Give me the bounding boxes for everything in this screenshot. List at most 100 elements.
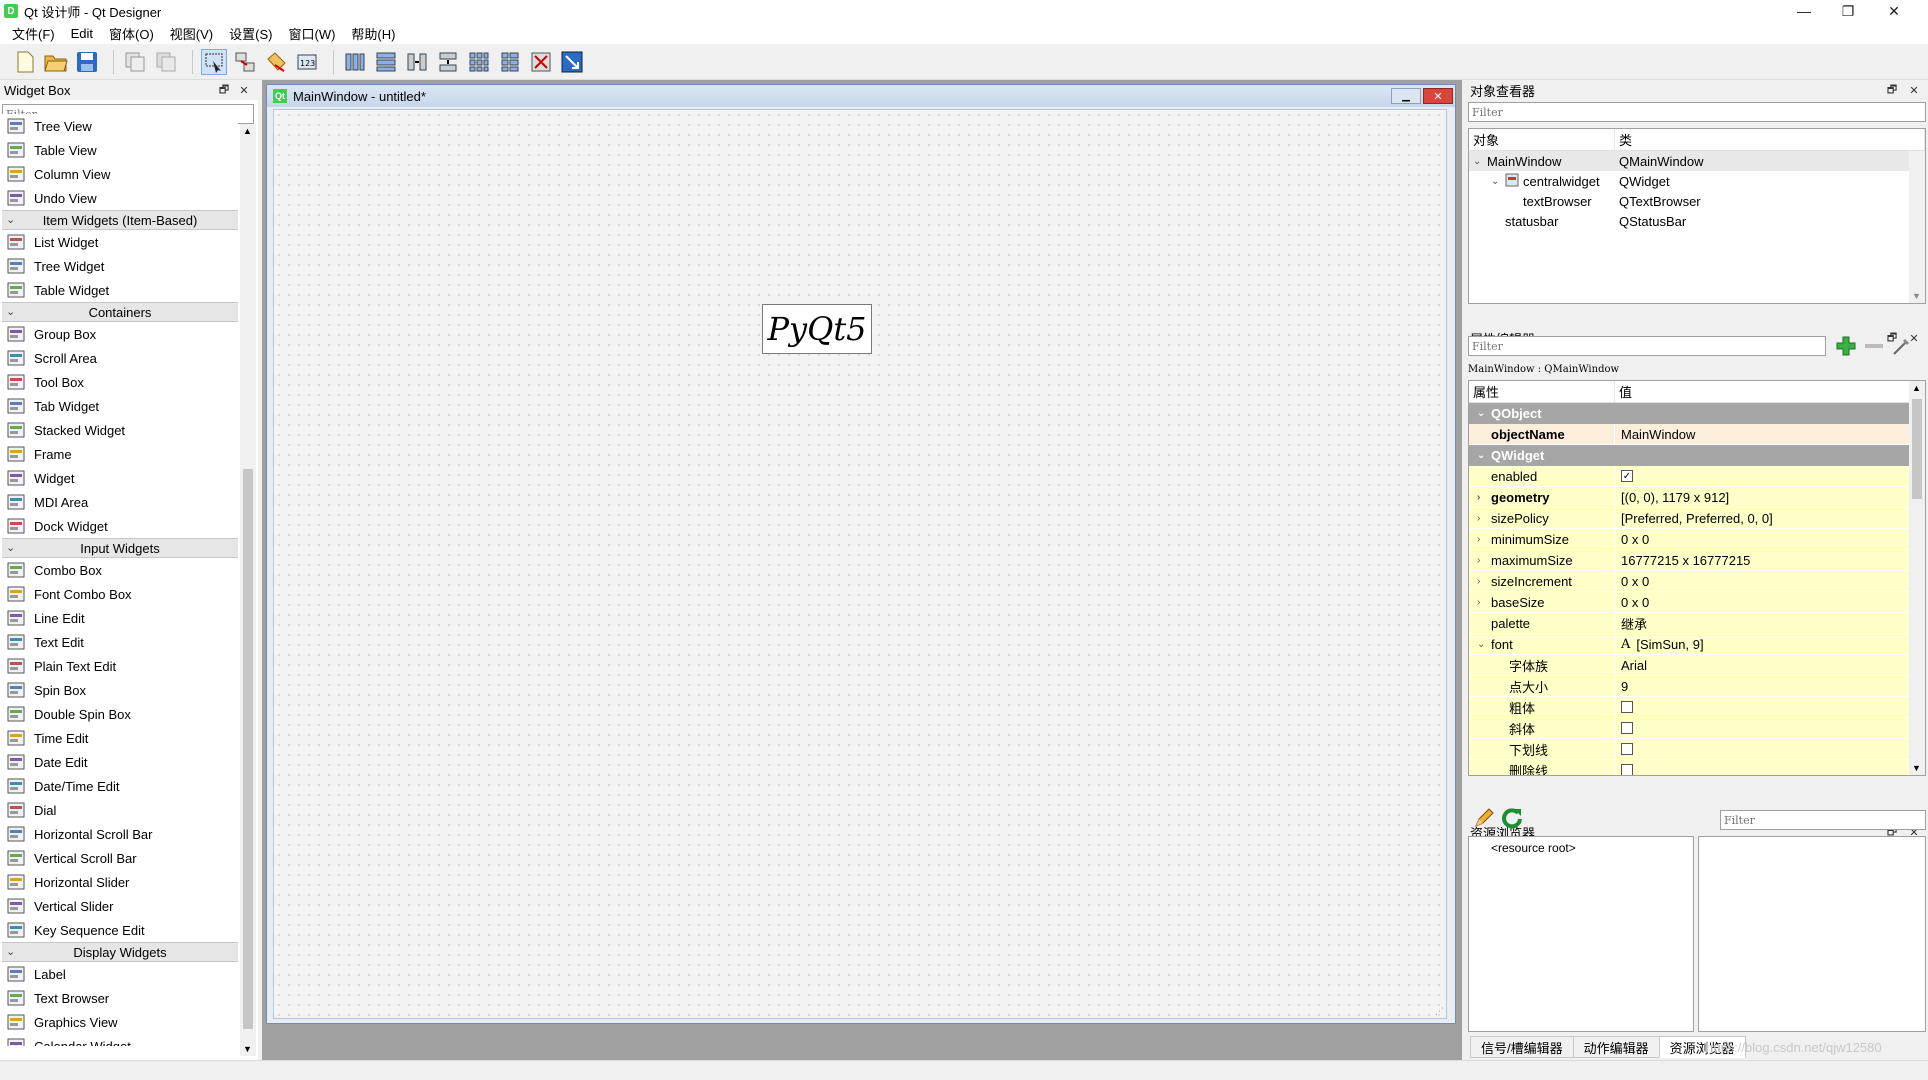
object-tree-row[interactable]: textBrowser QTextBrowser — [1469, 191, 1925, 211]
property-checkbox[interactable] — [1621, 722, 1633, 734]
property-row[interactable]: › baseSize 0 x 0 — [1469, 592, 1909, 613]
property-row[interactable]: › sizeIncrement 0 x 0 — [1469, 571, 1909, 592]
property-row[interactable]: enabled ✓ — [1469, 466, 1909, 487]
add-property-icon[interactable] — [1834, 334, 1858, 358]
expand-chevron-icon[interactable]: ⌄ — [1491, 176, 1505, 187]
bottom-tab[interactable]: 动作编辑器 — [1572, 1036, 1660, 1058]
edit-widgets-icon[interactable] — [201, 48, 227, 75]
property-value[interactable]: [(0, 0), 1179 x 912] — [1621, 490, 1729, 505]
widget-box-item[interactable]: Line Edit — [2, 606, 238, 630]
chevron-right-icon[interactable]: › — [1477, 576, 1480, 587]
menu-item[interactable]: 帮助(H) — [343, 24, 403, 43]
property-row[interactable]: ⌄ font A [SimSun, 9] — [1469, 634, 1909, 655]
menu-item[interactable]: 文件(F) — [4, 24, 63, 43]
open-folder-icon[interactable] — [43, 49, 69, 75]
widget-box-item[interactable]: Combo Box — [2, 558, 238, 582]
resource-root-item[interactable]: <resource root> — [1469, 837, 1693, 855]
widget-box-item[interactable]: Group Box — [2, 322, 238, 346]
widget-box-item[interactable]: Dock Widget — [2, 514, 238, 538]
property-row[interactable]: › sizePolicy [Preferred, Preferred, 0, 0] — [1469, 508, 1909, 529]
scroll-down-icon[interactable]: ▼ — [1912, 291, 1921, 301]
col-object-header[interactable]: 对象 — [1469, 129, 1615, 150]
widget-box-item[interactable]: Double Spin Box — [2, 702, 238, 726]
property-checkbox[interactable]: ✓ — [1621, 470, 1633, 482]
widget-box-item[interactable]: Tree View — [2, 114, 238, 138]
widget-box-item[interactable]: MDI Area — [2, 490, 238, 514]
widget-category-header[interactable]: ⌄ Containers — [2, 302, 238, 322]
widget-box-item[interactable]: Vertical Scroll Bar — [2, 846, 238, 870]
property-row[interactable]: 斜体 — [1469, 718, 1909, 739]
scroll-down-icon[interactable]: ▼ — [1912, 763, 1921, 773]
copy-icon[interactable] — [122, 49, 148, 75]
widget-box-item[interactable]: Tool Box — [2, 370, 238, 394]
property-row[interactable]: 点大小 9 — [1469, 676, 1909, 697]
property-checkbox[interactable] — [1621, 701, 1633, 713]
property-value[interactable]: MainWindow — [1621, 427, 1695, 442]
chevron-right-icon[interactable]: › — [1477, 555, 1480, 566]
widget-box-item[interactable]: Text Browser — [2, 986, 238, 1010]
widget-box-scrollbar[interactable]: ▲ ▼ — [240, 124, 256, 1056]
dock-float-icon[interactable]: 🗗 — [1884, 82, 1900, 98]
property-checkbox[interactable] — [1621, 764, 1633, 775]
widget-category-header[interactable]: ⌄ Display Widgets — [2, 942, 238, 962]
widget-box-item[interactable]: Widget — [2, 466, 238, 490]
widget-category-header[interactable]: ⌄ Item Widgets (Item-Based) — [2, 210, 238, 230]
maximize-button[interactable]: ❐ — [1826, 0, 1870, 22]
property-value[interactable]: 0 x 0 — [1621, 595, 1649, 610]
widget-box-item[interactable]: Date Edit — [2, 750, 238, 774]
widget-box-item[interactable]: Text Edit — [2, 630, 238, 654]
property-checkbox[interactable] — [1621, 743, 1633, 755]
adjust-size-icon[interactable] — [559, 49, 585, 75]
property-row[interactable]: objectName MainWindow — [1469, 424, 1909, 445]
widget-box-item[interactable]: Time Edit — [2, 726, 238, 750]
layout-v-splitter-icon[interactable] — [435, 49, 461, 75]
property-row[interactable]: 字体族 Arial — [1469, 655, 1909, 676]
object-tree-row[interactable]: ⌄ centralwidget QWidget — [1469, 171, 1925, 191]
widget-box-item[interactable]: Spin Box — [2, 678, 238, 702]
widget-category-header[interactable]: ⌄ Input Widgets — [2, 538, 238, 558]
widget-box-item[interactable]: Table View — [2, 138, 238, 162]
layout-horizontal-icon[interactable] — [342, 49, 368, 75]
size-grip-icon[interactable]: ⋰ — [1435, 1006, 1444, 1017]
text-browser-widget[interactable]: PyQt5 — [762, 304, 872, 354]
widget-box-item[interactable]: Tree Widget — [2, 254, 238, 278]
new-file-icon[interactable] — [12, 49, 38, 75]
save-icon[interactable] — [74, 49, 100, 75]
chevron-right-icon[interactable]: › — [1477, 492, 1480, 503]
scroll-down-icon[interactable]: ▼ — [243, 1044, 252, 1054]
form-canvas[interactable]: PyQt5 ⋰ — [273, 109, 1447, 1019]
property-row[interactable]: › maximumSize 16777215 x 16777215 — [1469, 550, 1909, 571]
edit-tab-order-icon[interactable]: 123 — [294, 49, 320, 75]
property-row[interactable]: palette 继承 — [1469, 613, 1909, 634]
form-minimize-button[interactable]: ▁ — [1391, 88, 1421, 104]
col-property-header[interactable]: 属性 — [1469, 381, 1615, 402]
remove-property-icon[interactable] — [1862, 334, 1886, 358]
dock-close-icon[interactable]: ✕ — [1906, 82, 1922, 98]
widget-box-item[interactable]: Column View — [2, 162, 238, 186]
object-tree-row[interactable]: statusbar QStatusBar — [1469, 211, 1925, 231]
property-value[interactable]: 继承 — [1621, 614, 1647, 633]
edit-resources-pencil-icon[interactable] — [1472, 806, 1496, 830]
widget-box-item[interactable]: Dial — [2, 798, 238, 822]
break-layout-icon[interactable] — [528, 49, 554, 75]
menu-item[interactable]: Edit — [63, 26, 101, 41]
widget-box-item[interactable]: Horizontal Slider — [2, 870, 238, 894]
property-category[interactable]: ⌄ QObject — [1469, 403, 1909, 424]
bottom-tab[interactable]: 信号/槽编辑器 — [1470, 1036, 1574, 1058]
resource-browser-filter-input[interactable] — [1720, 810, 1926, 830]
widget-box-item[interactable]: Stacked Widget — [2, 418, 238, 442]
widget-box-item[interactable]: Horizontal Scroll Bar — [2, 822, 238, 846]
property-editor-scrollbar[interactable]: ▲ ▼ — [1909, 381, 1925, 775]
layout-grid-icon[interactable] — [466, 49, 492, 75]
widget-box-item[interactable]: Key Sequence Edit — [2, 918, 238, 942]
property-row[interactable]: › minimumSize 0 x 0 — [1469, 529, 1909, 550]
close-button[interactable]: ✕ — [1872, 0, 1916, 22]
object-inspector-filter-input[interactable] — [1468, 102, 1926, 122]
scrollbar-thumb[interactable] — [1912, 399, 1922, 499]
widget-box-item[interactable]: List Widget — [2, 230, 238, 254]
property-value[interactable]: Arial — [1621, 658, 1647, 673]
minimize-button[interactable]: — — [1782, 0, 1826, 22]
widget-box-item[interactable]: Tab Widget — [2, 394, 238, 418]
property-row[interactable]: › geometry [(0, 0), 1179 x 912] — [1469, 487, 1909, 508]
form-window[interactable]: Qt MainWindow - untitled* ▁ ✕ PyQt5 ⋰ — [266, 84, 1456, 1024]
